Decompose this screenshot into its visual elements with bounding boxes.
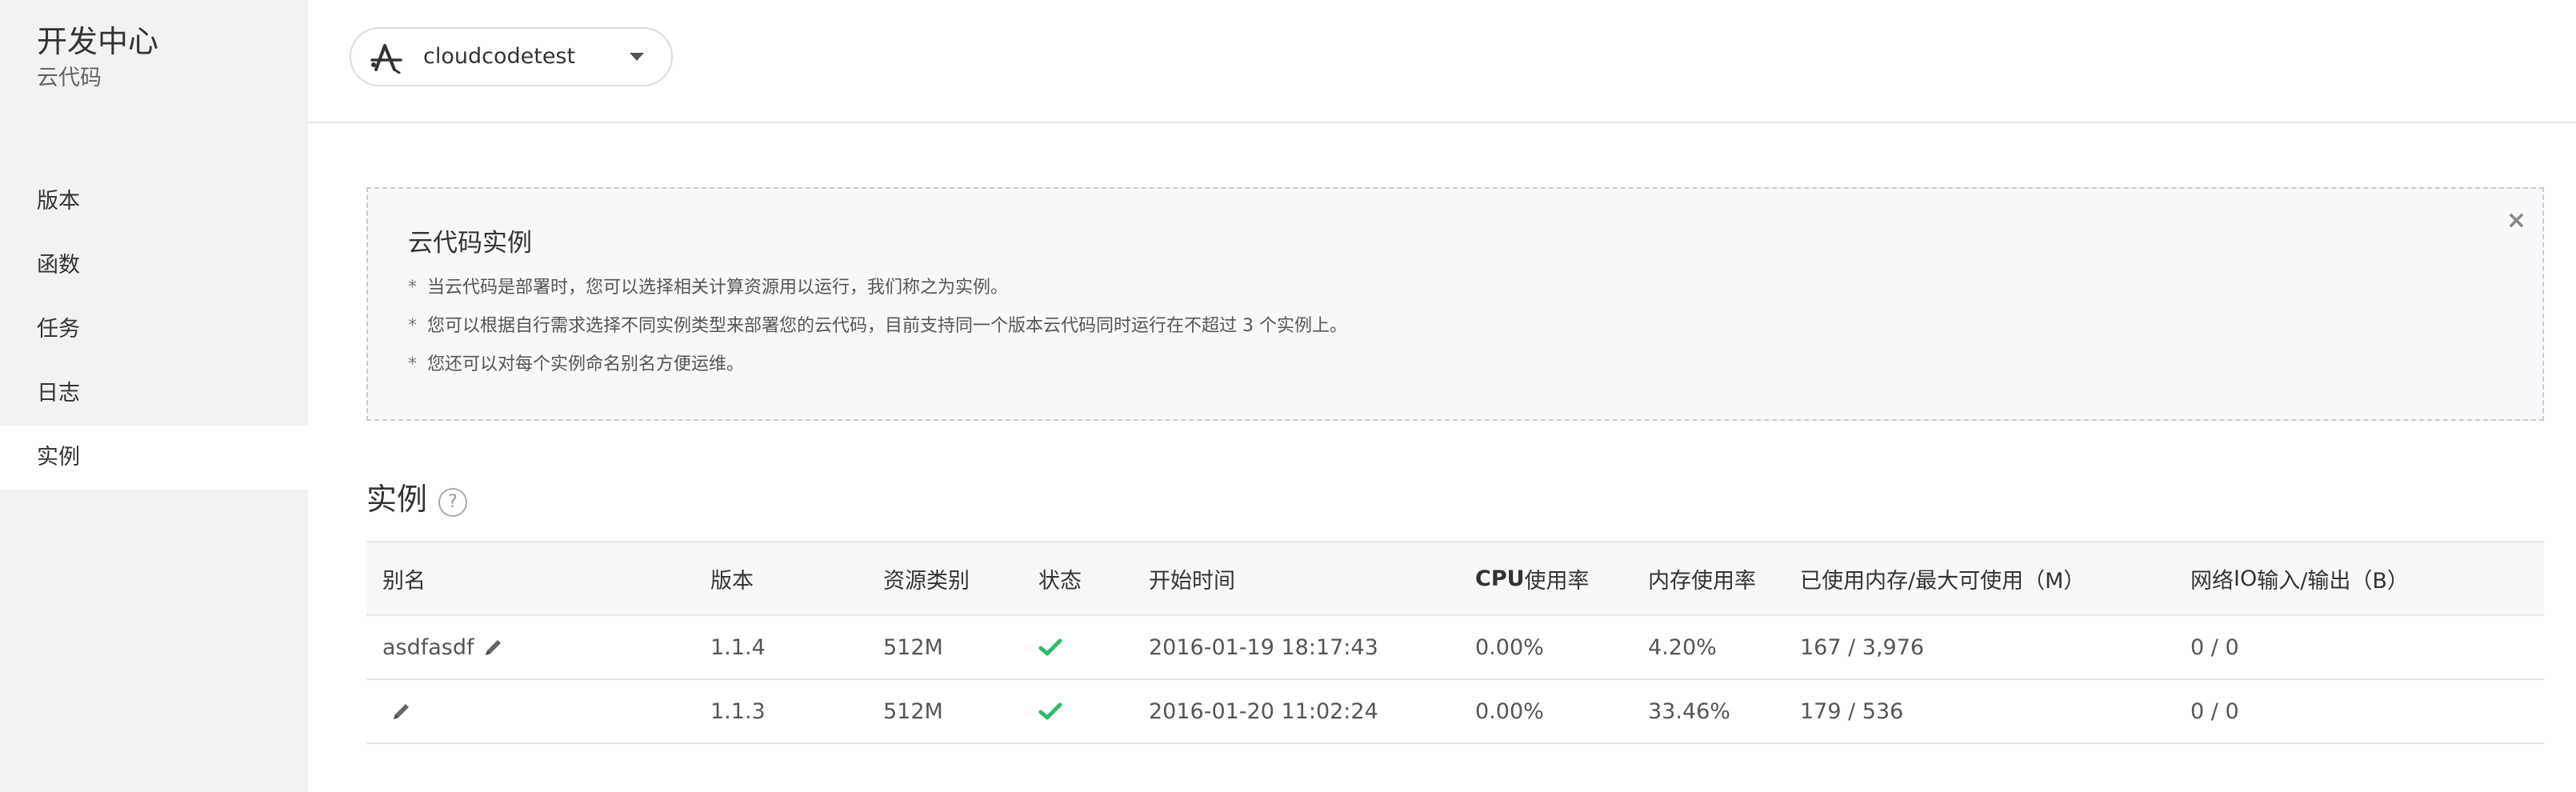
header: cloudcodetest bbox=[308, 0, 2576, 123]
col-start-time: 开始时间 bbox=[1149, 568, 1235, 594]
sidebar-item-logs[interactable]: 日志 bbox=[0, 362, 308, 426]
col-cpu-suffix: 使用率 bbox=[1524, 568, 1590, 594]
resource-cell: 512M bbox=[883, 698, 943, 724]
instances-table: 别名 版本 资源类别 状态 开始时间 CPU 使用率 内存使用率 已使用内存/最大… bbox=[366, 541, 2544, 744]
mem-used-cell: 167 / 3,976 bbox=[1800, 634, 1925, 660]
col-alias: 别名 bbox=[382, 568, 426, 594]
brand-subtitle: 云代码 bbox=[37, 66, 102, 90]
mem-used-cell: 179 / 536 bbox=[1800, 698, 1904, 724]
sidebar-item-instances[interactable]: 实例 bbox=[0, 426, 308, 490]
col-mem-used: 已使用内存/最大可使用（M） bbox=[1800, 568, 2086, 594]
table-row: 1.1.3 512M 2016-01-20 11:02:24 0.00% 33.… bbox=[366, 680, 2544, 744]
table-header-row: 别名 版本 资源类别 状态 开始时间 CPU 使用率 内存使用率 已使用内存/最大… bbox=[366, 542, 2544, 616]
info-item: 当云代码是部署时，您可以选择相关计算资源用以运行，我们称之为实例。 bbox=[408, 269, 1347, 307]
table-row: asdfasdf 1.1.4 512M 2016-01-19 18:17:43 … bbox=[366, 616, 2544, 680]
start-time-cell: 2016-01-20 11:02:24 bbox=[1149, 698, 1378, 724]
alias-cell bbox=[382, 680, 413, 742]
sidebar-nav: 版本 函数 任务 日志 实例 bbox=[0, 170, 308, 490]
sidebar-item-functions[interactable]: 函数 bbox=[0, 234, 308, 298]
pencil-icon[interactable] bbox=[482, 636, 505, 658]
pencil-icon[interactable] bbox=[390, 700, 413, 722]
alias-cell: asdfasdf bbox=[382, 616, 505, 678]
version-cell: 1.1.4 bbox=[710, 634, 766, 660]
sidebar: 开发中心 云代码 版本 函数 任务 日志 实例 bbox=[0, 0, 308, 792]
brand: 开发中心 云代码 bbox=[37, 21, 158, 94]
mem-cell: 33.46% bbox=[1648, 698, 1730, 724]
col-version: 版本 bbox=[710, 568, 754, 594]
col-netio-prefix: 网络 bbox=[2190, 568, 2234, 594]
status-cell bbox=[1038, 616, 1062, 678]
help-icon[interactable]: ? bbox=[438, 488, 467, 517]
cpu-cell: 0.00% bbox=[1475, 698, 1544, 724]
netio-cell: 0 / 0 bbox=[2190, 634, 2239, 660]
cpu-cell: 0.00% bbox=[1475, 634, 1544, 660]
info-item: 您可以根据自行需求选择不同实例类型来部署您的云代码，目前支持同一个版本云代码同时… bbox=[408, 307, 1347, 346]
info-panel: 云代码实例 当云代码是部署时，您可以选择相关计算资源用以运行，我们称之为实例。 … bbox=[366, 187, 2544, 421]
check-icon bbox=[1038, 702, 1062, 720]
start-time-cell: 2016-01-19 18:17:43 bbox=[1149, 634, 1378, 660]
version-cell: 1.1.3 bbox=[710, 698, 766, 724]
col-cpu-prefix: CPU bbox=[1475, 566, 1525, 591]
app-selector[interactable]: cloudcodetest bbox=[350, 27, 673, 86]
netio-cell: 0 / 0 bbox=[2190, 698, 2239, 724]
mem-cell: 4.20% bbox=[1648, 634, 1717, 660]
status-cell bbox=[1038, 680, 1062, 742]
alias-text: asdfasdf bbox=[382, 634, 474, 660]
info-title: 云代码实例 bbox=[408, 229, 532, 258]
info-list: 当云代码是部署时，您可以选择相关计算资源用以运行，我们称之为实例。 您可以根据自… bbox=[408, 269, 1347, 384]
brand-title: 开发中心 bbox=[37, 24, 159, 59]
col-cpu: CPU 使用率 bbox=[1475, 542, 1590, 614]
check-icon bbox=[1038, 638, 1062, 656]
app-store-icon bbox=[369, 43, 404, 74]
col-netio-suffix: 输入/输出（B） bbox=[2257, 568, 2409, 594]
col-netio: 网络 IO 输入/输出（B） bbox=[2190, 542, 2409, 614]
sidebar-item-versions[interactable]: 版本 bbox=[0, 170, 308, 234]
close-icon[interactable]: × bbox=[2506, 206, 2526, 234]
info-item: 您还可以对每个实例命名别名方便运维。 bbox=[408, 346, 1347, 384]
chevron-down-icon bbox=[630, 53, 644, 61]
app-name: cloudcodetest bbox=[423, 44, 576, 69]
col-resource: 资源类别 bbox=[883, 568, 970, 594]
col-mem: 内存使用率 bbox=[1648, 568, 1756, 594]
col-status: 状态 bbox=[1038, 568, 1082, 594]
sidebar-item-tasks[interactable]: 任务 bbox=[0, 298, 308, 362]
col-netio-io: IO bbox=[2234, 566, 2258, 591]
resource-cell: 512M bbox=[883, 634, 943, 660]
section-title: 实例 bbox=[366, 482, 428, 517]
